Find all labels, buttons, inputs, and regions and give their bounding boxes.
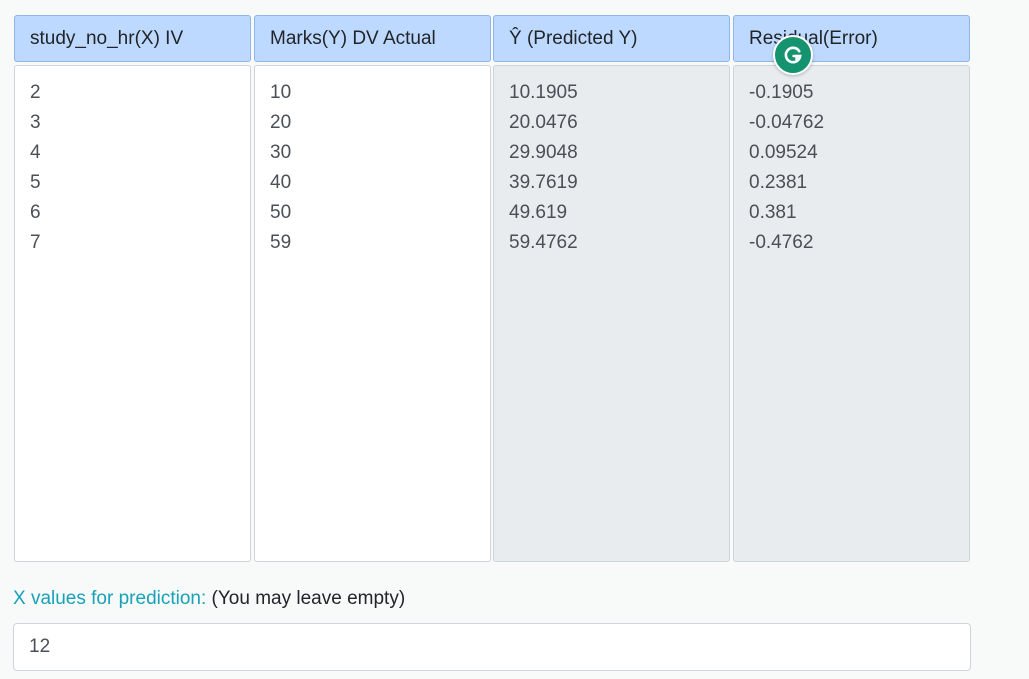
column-predicted-header: Ŷ (Predicted Y) [493, 15, 730, 62]
column-residual-textarea: -0.1905 -0.04762 0.09524 0.2381 0.381 -0… [733, 65, 970, 562]
prediction-label: X values for prediction: (You may leave … [13, 588, 405, 610]
regression-page: study_no_hr(X) IV 2 3 4 5 6 7 Marks(Y) D… [0, 0, 1029, 679]
column-y-header: Marks(Y) DV Actual [254, 15, 491, 62]
prediction-hint: (You may leave empty) [211, 588, 406, 609]
column-y-textarea[interactable]: 10 20 30 40 50 59 [254, 65, 491, 562]
column-predicted: Ŷ (Predicted Y) 10.1905 20.0476 29.9048 … [493, 15, 730, 562]
column-x-header: study_no_hr(X) IV [14, 15, 251, 62]
column-residual: Residual(Error) -0.1905 -0.04762 0.09524… [733, 15, 970, 562]
column-residual-header: Residual(Error) [733, 15, 970, 62]
prediction-label-text: X values for prediction: [13, 588, 207, 609]
column-x-textarea[interactable]: 2 3 4 5 6 7 [14, 65, 251, 562]
column-predicted-textarea: 10.1905 20.0476 29.9048 39.7619 49.619 5… [493, 65, 730, 562]
column-x-iv: study_no_hr(X) IV 2 3 4 5 6 7 [14, 15, 251, 562]
column-y-dv: Marks(Y) DV Actual 10 20 30 40 50 59 [254, 15, 491, 562]
grammarly-g-icon[interactable] [773, 35, 813, 75]
prediction-input[interactable] [13, 623, 971, 671]
